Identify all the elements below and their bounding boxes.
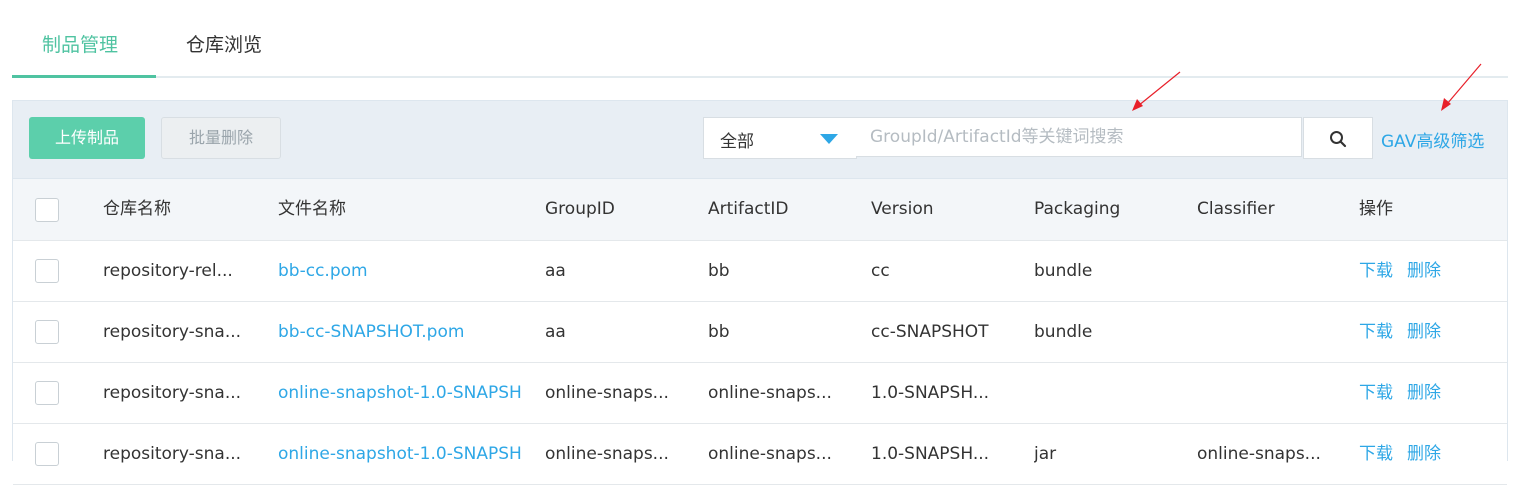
download-link[interactable]: 下载 [1359,363,1393,423]
groupid-cell: aa [545,261,566,281]
column-header-artifactid: ArtifactID [708,199,789,219]
delete-link[interactable]: 删除 [1407,302,1441,362]
select-all-checkbox[interactable] [35,198,59,222]
packaging-cell: bundle [1034,261,1093,281]
actions-cell: 下载 删除 [1359,424,1499,484]
scope-select-value: 全部 [720,132,754,152]
row-checkbox[interactable] [35,381,59,405]
caret-down-icon [820,134,838,144]
toolbar: 上传制品 批量删除 全部 GAV高级筛选 [13,101,1507,179]
repository-cell: repository-sna... [103,383,242,403]
download-link[interactable]: 下载 [1359,241,1393,301]
column-header-file: 文件名称 [278,199,346,219]
delete-link[interactable]: 删除 [1407,363,1441,423]
version-cell: cc-SNAPSHOT [871,322,989,342]
file-name-link[interactable]: online-snapshot-1.0-SNAPSH [278,363,528,423]
column-header-packaging: Packaging [1034,199,1121,219]
download-link[interactable]: 下载 [1359,424,1393,484]
table-row: repository-sna... online-snapshot-1.0-SN… [13,424,1507,485]
column-header-groupid: GroupID [545,199,615,219]
artifactid-cell: bb [708,322,730,342]
version-cell: cc [871,261,890,281]
repository-cell: repository-sna... [103,444,242,464]
table-row: repository-sna... online-snapshot-1.0-SN… [13,363,1507,424]
row-checkbox[interactable] [35,442,59,466]
column-header-repository: 仓库名称 [103,199,171,219]
artifact-table: 仓库名称 文件名称 GroupID ArtifactID Version Pac… [13,179,1507,485]
gav-advanced-filter-link[interactable]: GAV高级筛选 [1381,127,1484,152]
repository-cell: repository-sna... [103,322,242,342]
version-cell: 1.0-SNAPSH... [871,383,990,403]
download-link[interactable]: 下载 [1359,302,1393,362]
tab-bar: 制品管理 仓库浏览 [12,0,1508,78]
classifier-cell: online-snaps... [1197,444,1321,464]
packaging-cell: jar [1034,444,1057,464]
delete-link[interactable]: 删除 [1407,241,1441,301]
search-icon [1330,131,1347,148]
file-name-link[interactable]: bb-cc-SNAPSHOT.pom [278,302,528,362]
active-tab-indicator [12,75,156,78]
packaging-cell: bundle [1034,322,1093,342]
table-row: repository-sna... bb-cc-SNAPSHOT.pom aa … [13,302,1507,363]
column-header-version: Version [871,199,934,219]
upload-artifact-button[interactable]: 上传制品 [29,117,145,159]
scope-select[interactable]: 全部 [703,117,857,159]
actions-cell: 下载 删除 [1359,241,1499,301]
artifactid-cell: bb [708,261,730,281]
table-row: repository-rel... bb-cc.pom aa bb cc bun… [13,241,1507,302]
version-cell: 1.0-SNAPSH... [871,444,990,464]
column-header-classifier: Classifier [1197,199,1275,219]
table-header: 仓库名称 文件名称 GroupID ArtifactID Version Pac… [13,179,1507,241]
actions-cell: 下载 删除 [1359,363,1499,423]
artifact-panel: 上传制品 批量删除 全部 GAV高级筛选 仓库名称 文件名称 GroupID A… [12,100,1508,485]
groupid-cell: aa [545,322,566,342]
repository-cell: repository-rel... [103,261,233,281]
artifactid-cell: online-snaps... [708,444,832,464]
delete-link[interactable]: 删除 [1407,424,1441,484]
artifactid-cell: online-snaps... [708,383,832,403]
groupid-cell: online-snaps... [545,383,669,403]
file-name-link[interactable]: bb-cc.pom [278,241,528,301]
groupid-cell: online-snaps... [545,444,669,464]
batch-delete-button[interactable]: 批量删除 [161,117,281,159]
row-checkbox[interactable] [35,259,59,283]
column-header-actions: 操作 [1359,199,1393,219]
file-name-link[interactable]: online-snapshot-1.0-SNAPSH [278,424,528,484]
tab-artifact-management[interactable]: 制品管理 [42,30,118,57]
search-input[interactable] [856,117,1302,157]
actions-cell: 下载 删除 [1359,302,1499,362]
row-checkbox[interactable] [35,320,59,344]
search-button[interactable] [1303,117,1373,159]
tab-repository-browse[interactable]: 仓库浏览 [186,30,262,57]
